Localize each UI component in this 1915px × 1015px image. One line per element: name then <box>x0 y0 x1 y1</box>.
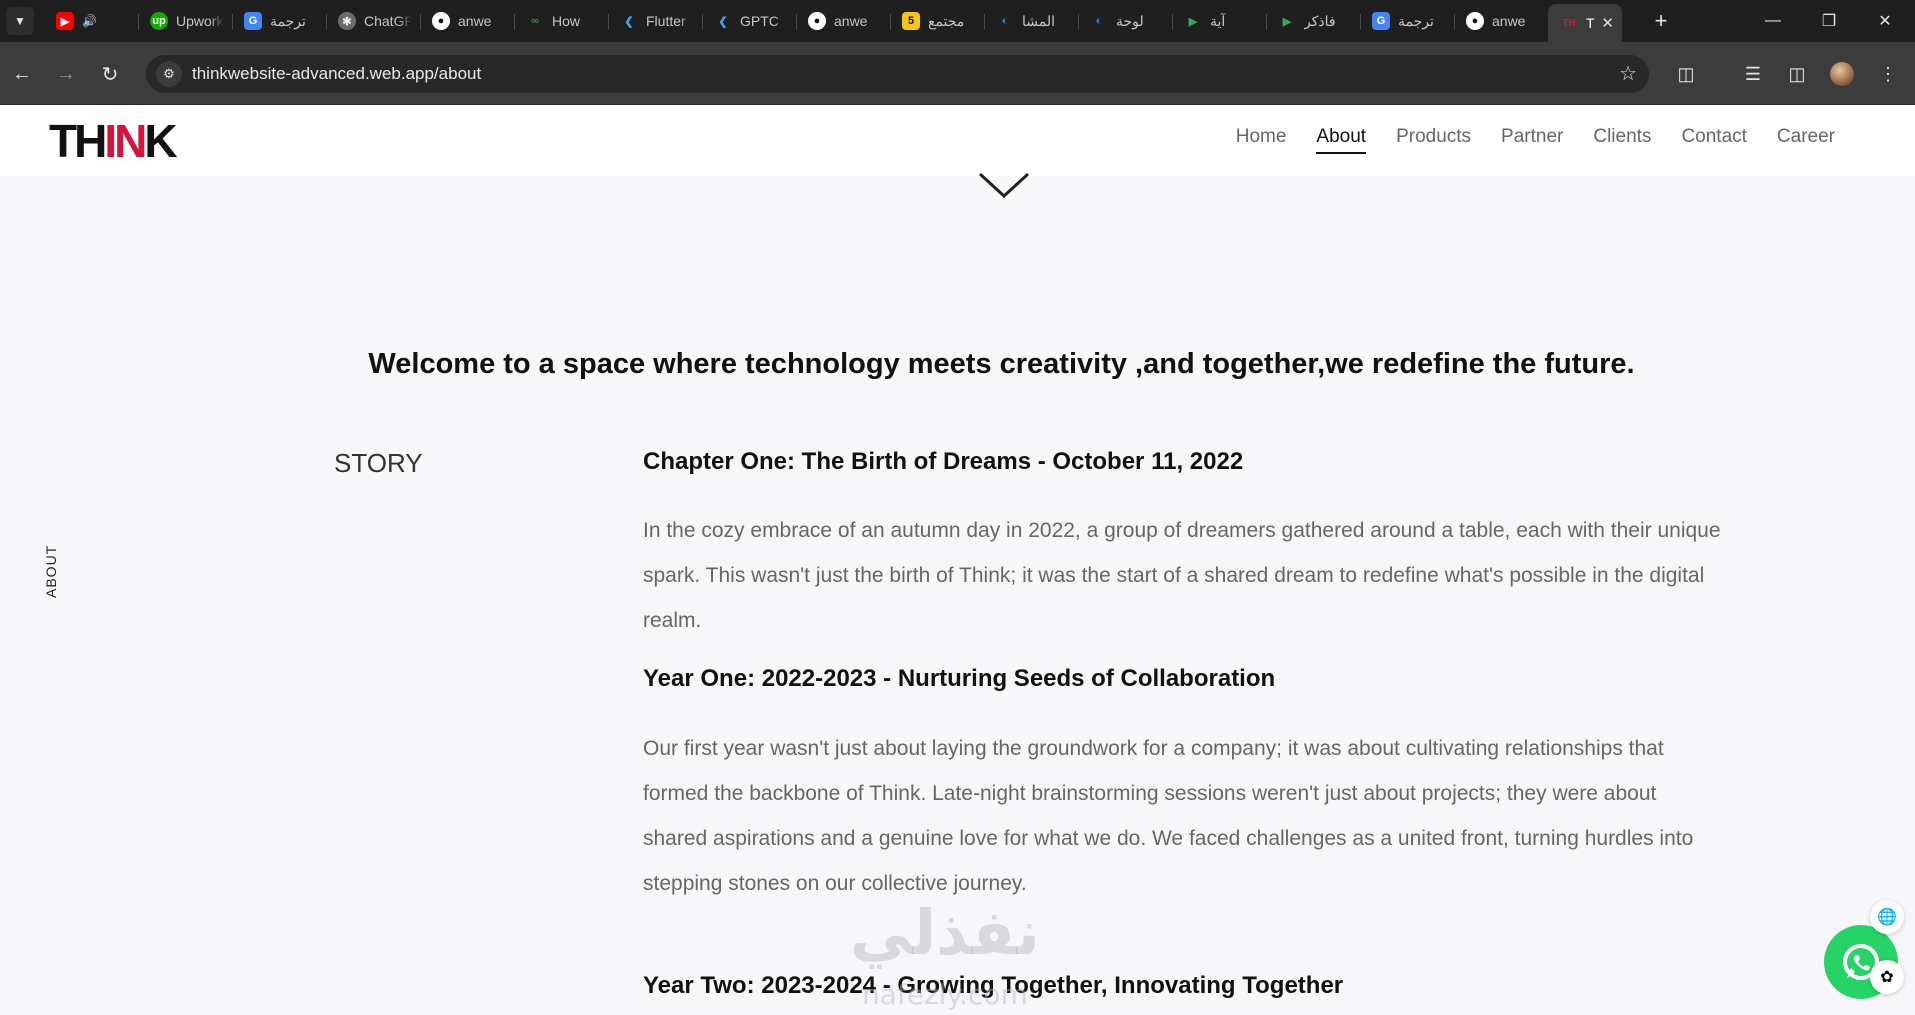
tab-title: anwe <box>834 13 868 29</box>
audio-playing-icon: 🔊 <box>82 14 97 28</box>
tab-title: anwe <box>458 13 492 29</box>
tab-geeksforgeeks[interactable]: ∞ How <box>514 4 608 38</box>
tab-title: GPTC <box>740 13 779 29</box>
tab-title: Upwork <box>176 13 224 29</box>
geeksforgeeks-icon: ∞ <box>531 15 539 27</box>
side-about-label: ABOUT <box>43 544 59 598</box>
nav-products[interactable]: Products <box>1396 126 1471 154</box>
main-nav: Home About Products Partner Clients Cont… <box>1236 126 1835 154</box>
github-icon: ● <box>432 12 450 30</box>
tab-title: مجتمع <box>928 12 965 29</box>
nav-career[interactable]: Career <box>1777 126 1835 154</box>
tab-youtube[interactable]: ▶ 🔊 <box>44 4 138 38</box>
browser-toolbar: ← → ↻ ⚙ thinkwebsite-advanced.web.app/ab… <box>0 42 1915 105</box>
translate-icon: G <box>244 12 262 30</box>
scroll-down-chevron-icon[interactable] <box>976 168 1032 202</box>
tab-flutter[interactable]: ❮ Flutter <box>608 4 702 38</box>
tab-title: ChatGPT <box>364 13 412 29</box>
chapter-one-text: In the cozy embrace of an autumn day in … <box>643 519 1721 632</box>
year-two-title: Year Two: 2023-2024 - Growing Together, … <box>643 972 1344 999</box>
nafezly-watermark: نفذلي <box>850 896 1040 969</box>
assistant-brain-icon[interactable]: ✿ <box>1870 960 1904 994</box>
side-panel-icon[interactable]: ◫ <box>1783 60 1811 88</box>
reload-icon[interactable]: ↻ <box>96 60 124 88</box>
extensions-puzzle-icon[interactable]: ◫ <box>1672 60 1700 88</box>
tab-google-play-ayah[interactable]: ▶ آية <box>1172 4 1266 38</box>
browser-tab-strip: ▼ ▶🔊 upUpwork Gترجمة ✻ChatGPT ●anwe ∞How… <box>0 0 1915 42</box>
nav-home[interactable]: Home <box>1236 126 1287 154</box>
menu-kebab-icon[interactable]: ⋮ <box>1874 60 1902 88</box>
tab-dashboard[interactable]: ◐ لوحة <box>1078 4 1172 38</box>
tab-translate-2[interactable]: G ترجمة <box>1360 4 1454 38</box>
tab-github-3[interactable]: ● anwe <box>1454 4 1548 38</box>
nav-contact[interactable]: Contact <box>1681 126 1746 154</box>
nav-clients[interactable]: Clients <box>1593 126 1651 154</box>
tab-flutter-gptc[interactable]: ❮ GPTC <box>702 4 796 38</box>
upwork-icon: up <box>150 12 168 30</box>
youtube-icon: ▶ <box>56 12 74 30</box>
flutter-icon: ❮ <box>624 15 634 28</box>
tab-active-think[interactable]: TH T ✕ <box>1548 4 1622 42</box>
logo-part-k: K <box>144 115 177 167</box>
tab-translate[interactable]: G ترجمة <box>232 4 326 38</box>
site-header: THINK Home About Products Partner Client… <box>0 106 1915 176</box>
think-logo[interactable]: THINK <box>49 115 178 167</box>
restore-icon[interactable]: ❐ <box>1801 0 1857 42</box>
back-arrow-icon[interactable]: ← <box>8 60 36 88</box>
chatgpt-icon: ✻ <box>338 12 356 30</box>
nafezly-watermark-url: nafezly.com <box>862 978 1028 1011</box>
app-icon: ◐ <box>1095 15 1103 27</box>
tab-community[interactable]: 5 مجتمع <box>890 4 984 38</box>
tab-title: T <box>1586 15 1595 31</box>
site-info-icon[interactable]: ⚙ <box>156 61 182 87</box>
google-play-icon: ▶ <box>1188 15 1198 28</box>
year-one-text: Our first year wasn't just about laying … <box>643 737 1694 895</box>
logo-part-in: IN <box>104 115 147 167</box>
tab-title: How <box>552 13 581 29</box>
tab-chatgpt[interactable]: ✻ ChatGPT <box>326 4 420 38</box>
media-control-icon[interactable]: ☰ <box>1739 60 1767 88</box>
tab-google-play-fathkor[interactable]: ▶ فاذكر <box>1266 4 1360 38</box>
tab-title: ترجمة <box>1398 12 1434 29</box>
think-favicon: TH <box>1562 17 1576 29</box>
nav-partner[interactable]: Partner <box>1501 126 1563 154</box>
google-play-icon: ▶ <box>1282 15 1292 28</box>
tab-list: ▶🔊 upUpwork Gترجمة ✻ChatGPT ●anwe ∞How ❮… <box>44 4 1622 42</box>
year-one-title: Year One: 2022-2023 - Nurturing Seeds of… <box>643 665 1276 692</box>
url-text[interactable]: thinkwebsite-advanced.web.app/about <box>192 64 481 84</box>
welcome-heading: Welcome to a space where technology meet… <box>368 348 1635 380</box>
window-close-icon[interactable]: ✕ <box>1857 0 1913 42</box>
flutter-icon: ❮ <box>718 15 728 28</box>
tab-title: ترجمة <box>270 12 306 29</box>
tab-projects[interactable]: ◐ المشا <box>984 4 1078 38</box>
story-label: STORY <box>334 448 423 478</box>
address-bar[interactable]: ⚙ thinkwebsite-advanced.web.app/about ☆ <box>146 55 1649 93</box>
github-icon: ● <box>808 12 826 30</box>
tab-title: لوحة <box>1116 12 1144 29</box>
tab-title: anwe <box>1492 13 1526 29</box>
nav-about[interactable]: About <box>1316 126 1367 154</box>
translate-extension-icon[interactable]: 🌐 <box>1870 900 1904 934</box>
tab-title: فاذكر <box>1304 12 1336 29</box>
new-tab-plus-icon[interactable]: + <box>1648 8 1674 34</box>
forward-arrow-icon[interactable]: → <box>52 60 80 88</box>
tab-upwork[interactable]: up Upwork <box>138 4 232 38</box>
tab-title: Flutter <box>646 13 686 29</box>
translate-icon: G <box>1372 12 1390 30</box>
tab-search-chevron-down-icon[interactable]: ▼ <box>6 7 34 35</box>
minimize-icon[interactable]: — <box>1745 0 1801 42</box>
github-icon: ● <box>1466 12 1484 30</box>
tab-github[interactable]: ● anwe <box>420 4 514 38</box>
tab-title: المشا <box>1022 12 1056 29</box>
tab-github-2[interactable]: ● anwe <box>796 4 890 38</box>
profile-avatar[interactable] <box>1830 62 1854 86</box>
app-icon: ◐ <box>1001 15 1009 27</box>
chapter-one-title: Chapter One: The Birth of Dreams - Octob… <box>643 448 1244 475</box>
tab-title: آية <box>1210 12 1226 29</box>
bookmark-star-icon[interactable]: ☆ <box>1619 61 1637 86</box>
tab-close-icon[interactable]: ✕ <box>1601 14 1614 32</box>
five-icon: 5 <box>902 12 920 30</box>
logo-part-th: TH <box>49 115 107 167</box>
